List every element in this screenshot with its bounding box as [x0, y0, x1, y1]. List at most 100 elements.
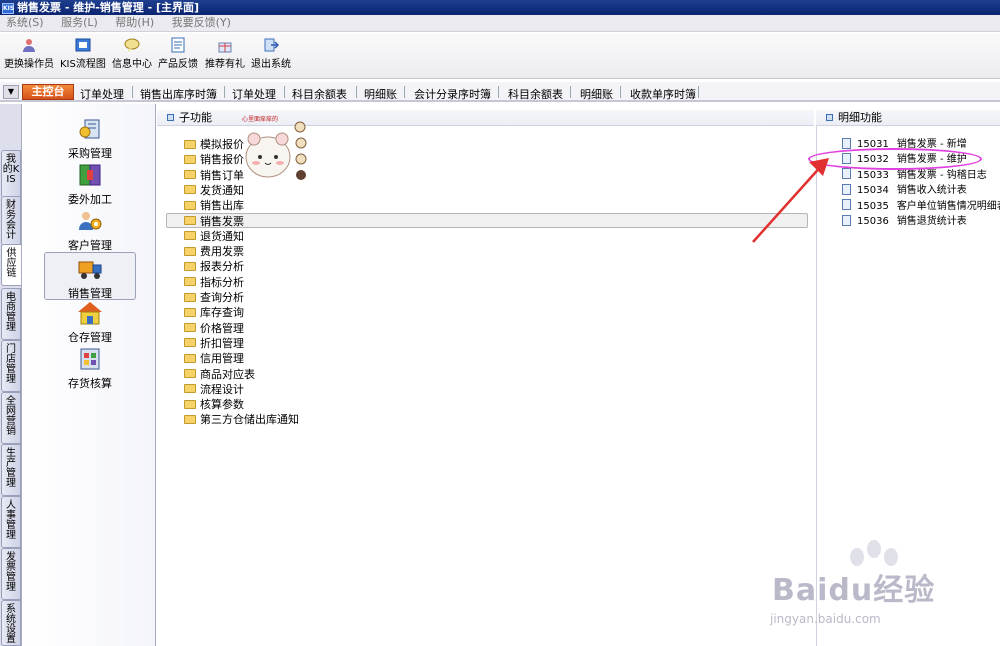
folder-label: 销售订单 — [200, 168, 244, 182]
folder-item[interactable]: 信用管理 — [184, 351, 244, 366]
folder-item[interactable]: 查询分析 — [184, 290, 244, 305]
folder-icon — [184, 353, 196, 363]
folder-label: 流程设计 — [200, 382, 244, 396]
bear-sticker-icon: 心里面痒痒的 — [242, 115, 307, 180]
folder-label: 销售报价 — [200, 153, 244, 167]
detail-code: 15035 — [857, 200, 889, 212]
folder-item[interactable]: 商品对应表 — [184, 367, 255, 382]
detail-function-header: 明细功能 — [816, 110, 1000, 126]
detail-item[interactable]: 15035 客户单位销售情况明细表 — [842, 199, 1000, 214]
tab-ledger[interactable]: 明细账 — [364, 86, 397, 102]
folder-item[interactable]: 折扣管理 — [184, 336, 244, 351]
warehouse-icon — [78, 302, 102, 325]
folder-item[interactable]: 发货通知 — [184, 183, 244, 198]
folder-item[interactable]: 费用发票 — [184, 244, 244, 259]
menu-system[interactable]: 系统(S) — [6, 16, 44, 29]
tab-sales-outbound-list[interactable]: 销售出库序时簿 — [140, 86, 217, 102]
folder-item[interactable]: 指标分析 — [184, 275, 244, 290]
vtab-production[interactable]: 生产管理 — [1, 444, 21, 496]
info-center-button[interactable]: 信息中心 — [112, 37, 152, 70]
folder-label: 信用管理 — [200, 352, 244, 366]
detail-item[interactable]: 15034 销售收入统计表 — [842, 183, 967, 198]
sales-truck-icon — [78, 261, 102, 279]
folder-item[interactable]: 报表分析 — [184, 259, 244, 274]
tab-separator — [620, 86, 621, 98]
tab-account-balance-2[interactable]: 科目余额表 — [508, 86, 563, 102]
tab-receipt-list[interactable]: 收款单序时簿 — [630, 86, 696, 102]
detail-item[interactable]: 15036 销售退货统计表 — [842, 214, 967, 229]
product-feedback-button[interactable]: 产品反馈 — [158, 37, 198, 70]
folder-item[interactable]: 第三方仓储出库通知 — [184, 412, 299, 427]
tab-order-processing[interactable]: 订单处理 — [80, 86, 124, 102]
refer-gift-button[interactable]: 推荐有礼 — [205, 37, 245, 70]
tab-main-console[interactable]: 主控台 — [22, 84, 74, 100]
folder-icon — [184, 369, 196, 378]
module-sales[interactable]: 销售管理 — [44, 252, 136, 300]
tab-account-balance[interactable]: 科目余额表 — [292, 86, 347, 102]
title-bar: KIS 销售发票 - 维护-销售管理 - [主界面] — [0, 0, 1000, 15]
folder-item[interactable]: 销售订单 — [184, 168, 244, 183]
vtab-marketing[interactable]: 全网营销 — [1, 392, 21, 444]
watermark-brand: Baidu经验 — [772, 573, 936, 608]
detail-item[interactable]: 15033 销售发票 - 钩稽日志 — [842, 168, 987, 183]
purchase-icon — [79, 119, 100, 139]
folder-label: 价格管理 — [200, 321, 244, 335]
annotation-arrow-icon — [752, 158, 829, 243]
vtab-store[interactable]: 门店管理 — [1, 340, 21, 392]
module-inventory[interactable]: 存货核算 — [44, 346, 136, 391]
gift-icon — [218, 42, 232, 53]
folder-label: 查询分析 — [200, 291, 244, 304]
tab-separator — [698, 86, 699, 98]
folder-label: 核算参数 — [200, 398, 244, 412]
detail-label: 客户单位销售情况明细表 — [896, 200, 1000, 212]
tab-journal-entries[interactable]: 会计分录序时簿 — [414, 86, 491, 102]
folder-icon — [184, 154, 196, 164]
module-outsourcing[interactable]: 委外加工 — [44, 162, 136, 207]
vtab-finance[interactable]: 财务会计 — [1, 196, 21, 246]
folder-item[interactable]: 库存查询 — [184, 305, 244, 320]
module-customer[interactable]: 客户管理 — [44, 208, 136, 253]
tab-order-processing-2[interactable]: 订单处理 — [232, 86, 276, 102]
folder-icon — [184, 338, 196, 348]
triangle-down-icon: ▼ — [7, 87, 15, 96]
folder-icon — [184, 261, 196, 271]
folder-item[interactable]: 流程设计 — [184, 382, 244, 397]
menu-help[interactable]: 帮助(H) — [115, 16, 154, 29]
vertical-nav: 我的KIS 财务会计 供应链 电商管理 门店管理 全网营销 生产管理 人事管理 … — [0, 104, 22, 646]
module-warehouse[interactable]: 仓存管理 — [44, 300, 136, 345]
detail-label: 销售退货统计表 — [896, 216, 967, 227]
folder-icon — [184, 231, 196, 241]
detail-code: 15036 — [857, 216, 889, 227]
vtab-supply-chain[interactable]: 供应链 — [1, 244, 21, 286]
inventory-icon — [80, 348, 100, 370]
folder-item[interactable]: 销售发票 — [184, 214, 244, 229]
folder-item[interactable]: 销售出库 — [184, 198, 244, 213]
kis-logo-icon: KIS — [2, 2, 15, 14]
menu-bar: 系统(S) 服务(L) 帮助(H) 我要反馈(Y) — [0, 15, 1000, 32]
folder-item[interactable]: 销售报价 — [184, 152, 244, 167]
selected-row-highlight — [166, 213, 808, 228]
toolbar: 更换操作员 KIS流程图 信息中心 产品反馈 推荐有礼 退出系统 — [0, 33, 1000, 79]
folder-item[interactable]: 价格管理 — [184, 321, 244, 336]
folder-item[interactable]: 核算参数 — [184, 397, 244, 412]
folder-item[interactable]: 模拟报价 — [184, 137, 244, 152]
folder-icon — [184, 185, 196, 195]
vtab-settings[interactable]: 系统设置 — [1, 600, 21, 646]
module-purchase[interactable]: 采购管理 — [44, 116, 136, 161]
tab-separator — [132, 86, 133, 98]
menu-feedback[interactable]: 我要反馈(Y) — [172, 16, 231, 29]
kis-flowchart-button[interactable]: KIS流程图 — [60, 37, 106, 70]
tab-dropdown-button[interactable]: ▼ — [3, 85, 19, 99]
vtab-hr[interactable]: 人事管理 — [1, 496, 21, 548]
exit-system-button[interactable]: 退出系统 — [251, 37, 291, 70]
vtab-my-kis[interactable]: 我的KIS — [1, 150, 21, 198]
tab-ledger-2[interactable]: 明细账 — [580, 86, 613, 102]
vtab-invoice[interactable]: 发票管理 — [1, 548, 21, 600]
exit-icon — [264, 38, 279, 52]
vtab-ecommerce[interactable]: 电商管理 — [1, 288, 21, 340]
detail-code: 15034 — [857, 185, 889, 197]
folder-item[interactable]: 退货通知 — [184, 229, 244, 244]
tab-separator — [356, 86, 357, 98]
menu-service[interactable]: 服务(L) — [61, 16, 98, 29]
switch-operator-button[interactable]: 更换操作员 — [4, 37, 54, 70]
